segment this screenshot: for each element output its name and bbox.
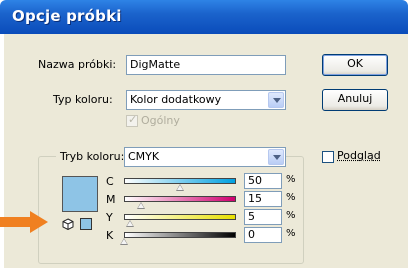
percent-unit: % bbox=[286, 192, 296, 203]
color-type-value: Kolor dodatkowy bbox=[130, 93, 222, 106]
color-swatch bbox=[62, 176, 98, 212]
channel-label-k: K bbox=[106, 229, 114, 242]
slider-thumb-y[interactable] bbox=[125, 220, 134, 227]
channel-label-c: C bbox=[106, 175, 114, 188]
preview-label[interactable]: Podgląd bbox=[337, 149, 381, 162]
global-label: Ogólny bbox=[141, 114, 180, 127]
chevron-down-icon[interactable] bbox=[268, 92, 284, 108]
color-mode-value: CMYK bbox=[128, 150, 160, 163]
channel-label-m: M bbox=[106, 193, 116, 206]
ok-button[interactable]: OK bbox=[322, 54, 388, 76]
color-type-select[interactable]: Kolor dodatkowy bbox=[126, 90, 286, 110]
channel-value-m[interactable]: 15 bbox=[244, 191, 282, 207]
gamut-swatch-icon[interactable] bbox=[80, 218, 92, 230]
cube-icon bbox=[62, 218, 74, 231]
checkmark-icon: ✓ bbox=[128, 113, 138, 126]
color-type-label: Typ koloru: bbox=[53, 93, 113, 106]
channel-slider-y[interactable] bbox=[124, 214, 236, 220]
chevron-down-icon[interactable] bbox=[268, 149, 284, 165]
slider-thumb-c[interactable] bbox=[176, 184, 184, 191]
swatch-name-label: Nazwa próbki: bbox=[38, 58, 117, 71]
channel-value-c[interactable]: 50 bbox=[244, 173, 282, 189]
window-title: Opcje próbki bbox=[12, 7, 122, 25]
swatch-name-input[interactable]: DigMatte bbox=[126, 55, 286, 75]
cancel-button[interactable]: Anuluj bbox=[322, 89, 388, 111]
channel-value-y[interactable]: 5 bbox=[244, 209, 282, 225]
arrow-pointer-icon bbox=[0, 209, 50, 235]
percent-unit: % bbox=[286, 210, 296, 221]
percent-unit: % bbox=[286, 174, 296, 185]
global-checkbox[interactable]: ✓ bbox=[126, 113, 138, 127]
color-mode-label: Tryb koloru: bbox=[60, 150, 125, 163]
percent-unit: % bbox=[286, 228, 296, 239]
color-mode-select[interactable]: CMYK bbox=[124, 147, 286, 167]
slider-thumb-m[interactable] bbox=[136, 202, 145, 209]
slider-thumb-k[interactable] bbox=[120, 238, 128, 245]
channel-value-k[interactable]: 0 bbox=[244, 227, 282, 243]
channel-label-y: Y bbox=[106, 211, 113, 224]
preview-checkbox[interactable] bbox=[322, 151, 334, 163]
channel-slider-k[interactable] bbox=[124, 232, 236, 238]
